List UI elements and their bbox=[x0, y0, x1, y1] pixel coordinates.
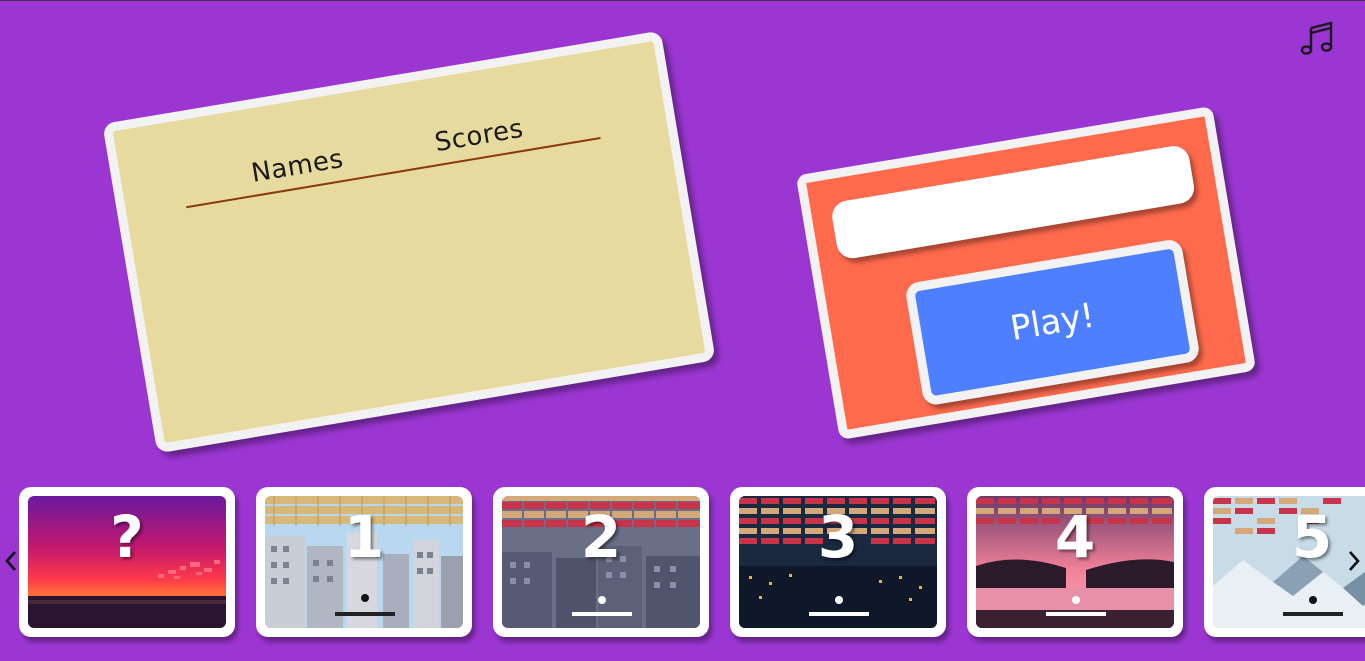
play-card: Play! bbox=[795, 106, 1257, 440]
scoreboard-card: Names Scores bbox=[102, 30, 716, 454]
level-number: 2 bbox=[580, 503, 622, 571]
level-card-1[interactable]: 1 bbox=[256, 487, 472, 637]
level-thumbnail: 1 bbox=[265, 496, 463, 628]
music-note-icon bbox=[1300, 21, 1333, 55]
carousel-next-button[interactable] bbox=[1343, 543, 1365, 579]
level-thumbnail: 4 bbox=[976, 496, 1174, 628]
level-carousel: ? 1 2 3 4 5 bbox=[0, 485, 1365, 641]
chevron-left-icon bbox=[5, 551, 16, 571]
scores-column-header: Scores bbox=[432, 113, 526, 159]
play-button-label: Play! bbox=[1007, 295, 1098, 350]
music-toggle-button[interactable] bbox=[1296, 17, 1338, 59]
level-card-random[interactable]: ? bbox=[19, 487, 235, 637]
level-thumbnail: 2 bbox=[502, 496, 700, 628]
play-button[interactable]: Play! bbox=[904, 238, 1201, 407]
level-number: 1 bbox=[343, 503, 385, 571]
level-card-3[interactable]: 3 bbox=[730, 487, 946, 637]
level-card-4[interactable]: 4 bbox=[967, 487, 1183, 637]
names-column-header: Names bbox=[249, 143, 346, 189]
level-thumbnail: 3 bbox=[739, 496, 937, 628]
level-card-5[interactable]: 5 bbox=[1204, 487, 1365, 637]
level-thumbnail: ? bbox=[28, 496, 226, 628]
level-number: ? bbox=[110, 503, 144, 571]
chevron-right-icon bbox=[1349, 551, 1360, 571]
scoreboard-header: Names Scores bbox=[178, 89, 601, 209]
level-number: 3 bbox=[817, 503, 859, 571]
player-name-input[interactable] bbox=[829, 143, 1197, 261]
level-number: 4 bbox=[1054, 503, 1096, 571]
level-card-2[interactable]: 2 bbox=[493, 487, 709, 637]
